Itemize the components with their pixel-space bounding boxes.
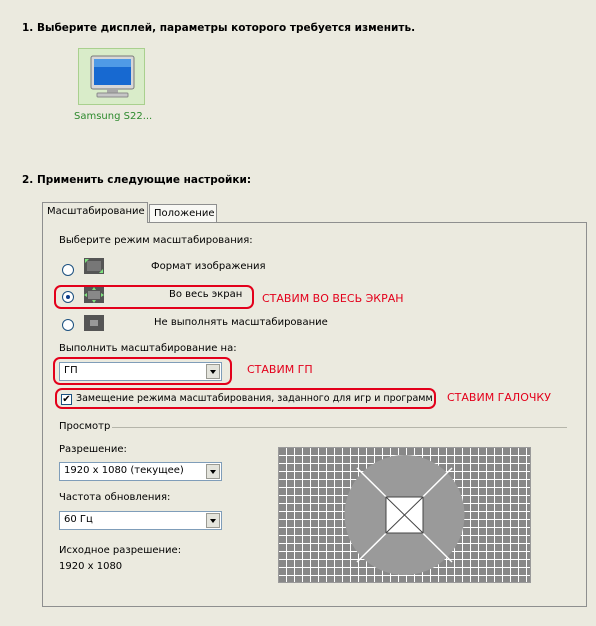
preview-image [278, 447, 531, 583]
perform-on-label: Выполнить масштабирование на: [59, 343, 237, 354]
step1-title: 1. Выберите дисплей, параметры которого … [22, 22, 416, 34]
chevron-down-icon[interactable] [206, 464, 220, 479]
preview-separator [112, 427, 567, 428]
test-pattern [279, 448, 530, 582]
note-full-screen: СТАВИМ ВО ВЕСЬ ЭКРАН [262, 292, 404, 305]
monitor-icon [90, 55, 135, 98]
mode-label-no-scaling[interactable]: Не выполнять масштабирование [154, 317, 328, 328]
highlight-gpu [53, 357, 232, 385]
tab-position[interactable]: Положение [149, 204, 217, 223]
highlight-full-screen [54, 285, 254, 309]
refresh-label: Частота обновления: [59, 492, 171, 503]
no-scaling-icon [84, 315, 104, 331]
display-label[interactable]: Samsung S22... [74, 111, 152, 122]
note-checkbox: СТАВИМ ГАЛОЧКУ [447, 391, 551, 404]
resolution-select[interactable]: 1920 x 1080 (текущее) [59, 462, 222, 481]
chevron-down-icon[interactable] [206, 513, 220, 528]
radio-aspect-ratio[interactable] [62, 264, 74, 276]
resolution-label: Разрешение: [59, 444, 127, 455]
refresh-value: 60 Гц [64, 514, 93, 525]
radio-no-scaling[interactable] [62, 319, 74, 331]
native-resolution-value: 1920 x 1080 [59, 561, 123, 572]
native-resolution-label: Исходное разрешение: [59, 545, 182, 556]
aspect-ratio-icon [84, 258, 104, 274]
mode-label-aspect[interactable]: Формат изображения [151, 261, 266, 272]
refresh-select[interactable]: 60 Гц [59, 511, 222, 530]
tab-scaling[interactable]: Масштабирование [42, 202, 148, 223]
preview-heading: Просмотр [59, 421, 111, 432]
note-gpu: СТАВИМ ГП [247, 363, 313, 376]
step2-title: 2. Применить следующие настройки: [22, 174, 252, 186]
scaling-mode-heading: Выберите режим масштабирования: [59, 235, 253, 246]
resolution-value: 1920 x 1080 (текущее) [64, 465, 184, 476]
highlight-checkbox [55, 388, 436, 409]
display-thumbnail[interactable] [78, 48, 145, 105]
